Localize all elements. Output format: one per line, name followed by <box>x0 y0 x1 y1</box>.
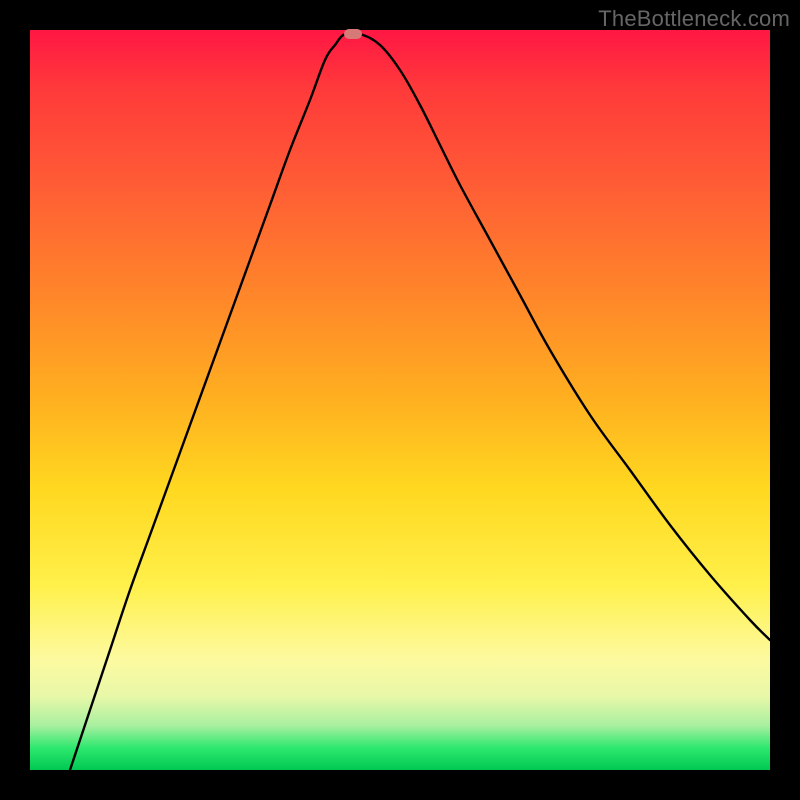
bottleneck-curve <box>30 30 770 770</box>
chart-frame: TheBottleneck.com <box>0 0 800 800</box>
plot-area <box>30 30 770 770</box>
watermark-text: TheBottleneck.com <box>598 6 790 32</box>
min-marker <box>344 29 362 39</box>
